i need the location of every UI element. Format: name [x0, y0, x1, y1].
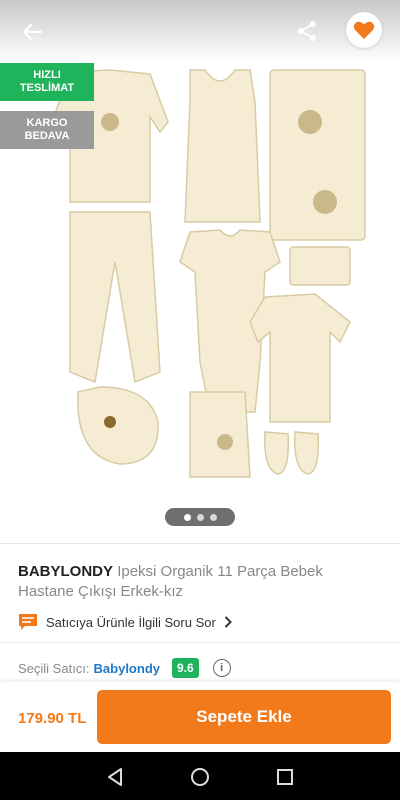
- nav-back-icon: [108, 768, 122, 786]
- back-button[interactable]: [14, 14, 50, 50]
- badge-line: KARGO: [26, 117, 68, 129]
- chevron-right-icon: [224, 616, 232, 628]
- info-icon[interactable]: i: [212, 659, 231, 677]
- share-button[interactable]: [290, 14, 324, 48]
- product-image: [51, 69, 366, 478]
- nav-home-button[interactable]: [187, 764, 213, 790]
- gallery-dot[interactable]: [209, 513, 217, 521]
- nav-back-button[interactable]: [102, 764, 128, 790]
- selected-seller: Seçili Satıcı: Babylondy 9.6 i: [18, 656, 231, 680]
- nav-home-icon: [191, 768, 209, 786]
- divider: [0, 642, 400, 643]
- fast-delivery-badge: HIZLI TESLİMAT: [0, 63, 94, 101]
- badge-line: BEDAVA: [24, 130, 70, 142]
- divider: [0, 543, 400, 544]
- favorite-button[interactable]: [346, 12, 382, 48]
- top-bar: [0, 0, 400, 62]
- seller-score-badge: 9.6: [172, 658, 199, 678]
- ask-seller-label: Satıcıya Ürünle İlgili Soru Sor: [46, 614, 216, 630]
- seller-name-link[interactable]: Babylondy: [94, 661, 160, 676]
- bottom-action-bar: 179.90 TL Sepete Ekle: [0, 682, 400, 752]
- badge-line: TESLİMAT: [19, 82, 75, 94]
- badge-line: HIZLI: [33, 69, 61, 81]
- product-price: 179.90 TL: [18, 710, 87, 727]
- share-icon: [298, 21, 316, 41]
- nav-recents-icon: [277, 769, 293, 785]
- back-arrow-icon: [22, 23, 43, 41]
- product-title: BABYLONDY Ipeksi Organik 11 Parça Bebek …: [18, 562, 382, 602]
- gallery-dot[interactable]: [196, 513, 204, 521]
- free-shipping-badge: KARGO BEDAVA: [0, 111, 94, 149]
- heart-icon: [353, 21, 375, 39]
- android-nav-bar: [0, 752, 400, 800]
- nav-recents-button[interactable]: [272, 764, 298, 790]
- add-to-cart-button[interactable]: Sepete Ekle: [97, 690, 391, 744]
- ask-seller-link[interactable]: Satıcıya Ürünle İlgili Soru Sor: [18, 612, 232, 632]
- product-brand[interactable]: BABYLONDY: [18, 563, 113, 580]
- chat-icon: [19, 614, 37, 630]
- gallery-pagination[interactable]: [165, 508, 235, 526]
- gallery-dot[interactable]: [183, 513, 191, 521]
- seller-label: Seçili Satıcı:: [18, 660, 90, 676]
